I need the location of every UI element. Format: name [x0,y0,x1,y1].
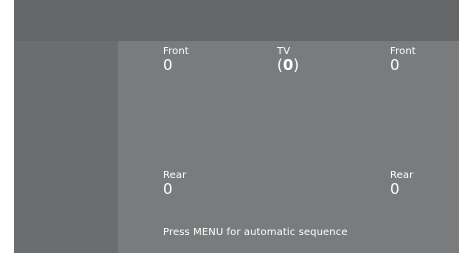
side-band [14,41,118,253]
speaker-front-right[interactable]: Front 0 [390,47,416,73]
speaker-tv-value: 0 [282,56,294,74]
speaker-rear-left-value: 0 [163,180,173,198]
tv-screen: Front 0 TV (0) Front 0 Rear 0 Rear 0 Pre… [14,0,459,253]
speaker-rear-right-value: 0 [390,180,400,198]
top-band [14,0,459,41]
menu-hint-text: Press MENU for automatic sequence [163,227,348,238]
speaker-tv-value-wrap: (0) [277,58,299,73]
speaker-level-panel: Front 0 TV (0) Front 0 Rear 0 Rear 0 Pre… [118,41,459,253]
speaker-front-left-value: 0 [163,56,173,74]
speaker-front-right-value: 0 [390,56,400,74]
speaker-tv[interactable]: TV (0) [277,47,299,73]
speaker-front-left[interactable]: Front 0 [163,47,189,73]
speaker-tv-close-paren: ) [293,56,300,74]
speaker-rear-left[interactable]: Rear 0 [163,171,186,197]
speaker-rear-right[interactable]: Rear 0 [390,171,413,197]
